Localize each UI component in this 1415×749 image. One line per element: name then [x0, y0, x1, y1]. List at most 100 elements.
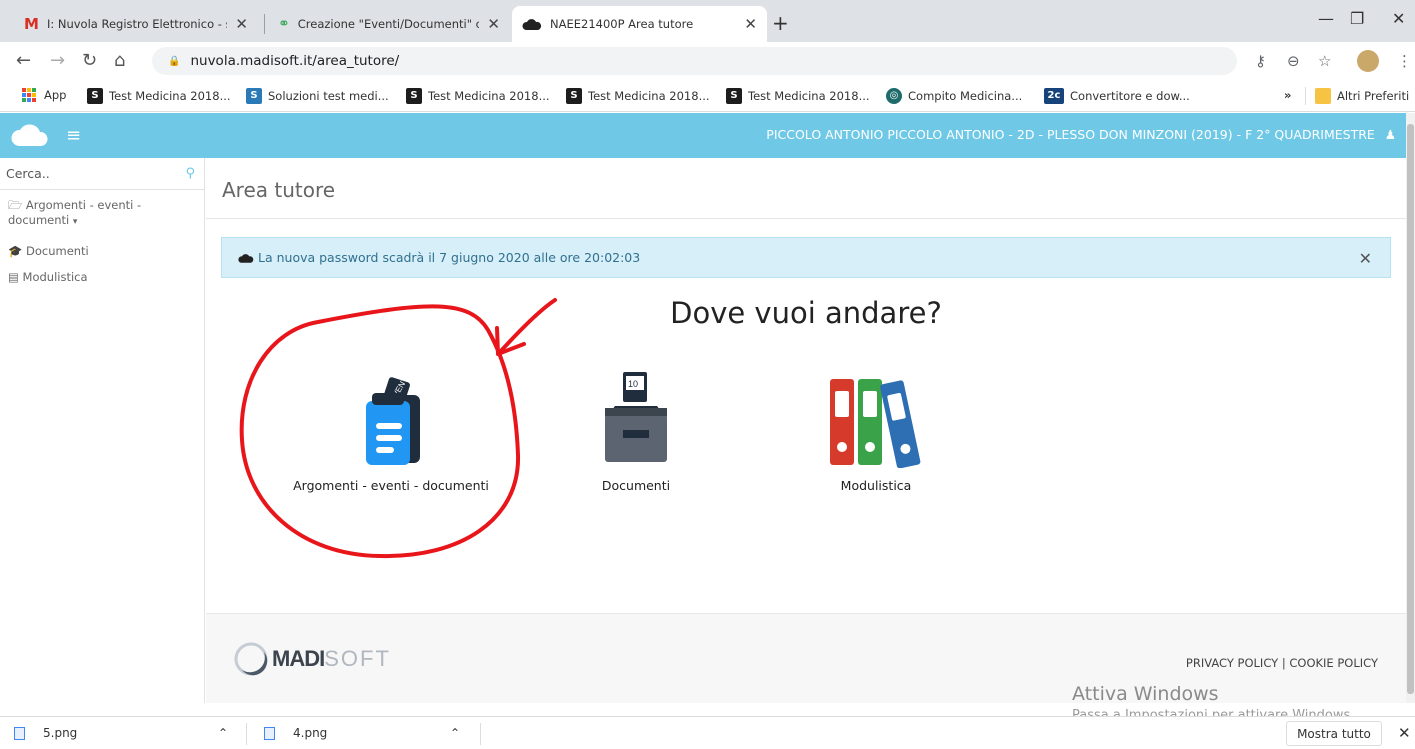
cloud-icon: [238, 253, 254, 263]
nuvola-cloud-logo-icon[interactable]: [10, 118, 50, 151]
chevron-up-icon[interactable]: ⌃: [450, 726, 460, 740]
main-content: Area tutore La nuova password scadrà il …: [206, 158, 1406, 703]
user-icon: ♟: [1384, 127, 1396, 142]
attachment-icon: ⚭: [278, 16, 290, 32]
tab-gmail[interactable]: M I: Nuvola Registro Elettronico - st ✕: [14, 6, 258, 42]
document-event-icon: EVENT: [266, 363, 516, 468]
browser-toolbar: ← → ↻ ⌂ 🔒 nuvola.madisoft.it/area_tutore…: [0, 42, 1415, 80]
cloud-icon: [522, 18, 542, 30]
sidebar-item-modulistica[interactable]: ▤ Modulistica: [8, 270, 88, 285]
app-header: ≡ PICCOLO ANTONIO PICCOLO ANTONIO - 2D -…: [0, 113, 1406, 158]
madisoft-logo-light: SOFT: [324, 646, 391, 671]
bookmark-item[interactable]: S Test Medicina 2018...: [87, 88, 231, 104]
address-bar[interactable]: 🔒 nuvola.madisoft.it/area_tutore/: [152, 47, 1237, 75]
card-label: Argomenti - eventi - documenti: [293, 478, 489, 493]
sidebar-search[interactable]: Cerca.. ⚲: [0, 158, 205, 190]
sidebar-item-argomenti[interactable]: 🗁 Argomenti - eventi - documenti ▾: [8, 198, 178, 230]
bookmark-item[interactable]: S Soluzioni test medi...: [246, 88, 389, 104]
scrollbar-thumb[interactable]: [1407, 124, 1414, 694]
bookmark-other-folder[interactable]: Altri Preferiti: [1315, 88, 1409, 104]
download-item[interactable]: 4.png: [264, 726, 327, 740]
madisoft-logo-icon: [234, 642, 268, 676]
divider: [206, 218, 1406, 219]
folder-icon: [1315, 88, 1331, 104]
site-s-icon: S: [566, 88, 582, 104]
card-label: Modulistica: [840, 478, 912, 493]
profile-avatar[interactable]: [1357, 50, 1379, 72]
chevron-up-icon[interactable]: ⌃: [218, 726, 228, 740]
bookmark-label: Test Medicina 2018...: [428, 89, 550, 103]
sidebar: Cerca.. ⚲ 🗁 Argomenti - eventi - documen…: [0, 158, 205, 703]
home-icon[interactable]: ⌂: [114, 50, 125, 71]
download-separator: [246, 723, 247, 745]
bookmark-item[interactable]: S Test Medicina 2018...: [406, 88, 550, 104]
page-title: Area tutore: [222, 178, 336, 202]
converter-2c-icon: 2c: [1044, 88, 1064, 104]
search-icon[interactable]: ⚲: [185, 166, 195, 181]
binders-icon: [816, 363, 936, 468]
card-documenti[interactable]: 10 Documenti: [576, 363, 696, 493]
new-tab-button[interactable]: +: [772, 11, 789, 35]
bookmark-label: Test Medicina 2018...: [109, 89, 231, 103]
tab-area-tutore[interactable]: NAEE21400P Area tutore ✕: [512, 6, 767, 42]
sidebar-item-documenti[interactable]: 🎓 Documenti: [8, 244, 89, 259]
bookmark-item[interactable]: ◎ Compito Medicina...: [886, 88, 1022, 104]
show-all-downloads-button[interactable]: Mostra tutto: [1286, 721, 1382, 746]
card-modulistica[interactable]: Modulistica: [816, 363, 936, 493]
tab-separator: [264, 14, 265, 34]
window-close-icon[interactable]: ✕: [1392, 9, 1405, 28]
minimize-icon[interactable]: —: [1318, 9, 1334, 28]
section-heading: Dove vuoi andare?: [670, 296, 942, 330]
forward-icon[interactable]: →: [50, 50, 65, 71]
folder-open-icon: 🗁: [8, 198, 23, 212]
bookmark-label: Compito Medicina...: [908, 89, 1023, 103]
search-input[interactable]: Cerca..: [6, 166, 50, 181]
reload-icon[interactable]: ↻: [82, 50, 97, 71]
url-text: nuvola.madisoft.it/area_tutore/: [190, 53, 400, 69]
image-file-icon: [264, 726, 275, 740]
globe-icon: ◎: [886, 88, 902, 104]
close-download-bar-icon[interactable]: ✕: [1398, 724, 1411, 742]
footer-policy-links[interactable]: PRIVACY POLICY | COOKIE POLICY: [1186, 656, 1378, 670]
back-icon[interactable]: ←: [16, 50, 31, 71]
site-s-icon: S: [406, 88, 422, 104]
svg-text:10: 10: [628, 379, 638, 389]
bookmark-item[interactable]: S Test Medicina 2018...: [566, 88, 710, 104]
download-item[interactable]: 5.png: [14, 726, 77, 740]
tab-creazione[interactable]: ⚭ Creazione "Eventi/Documenti" cla ✕: [268, 6, 510, 42]
sidebar-item-label: Modulistica: [22, 270, 88, 284]
caret-down-icon: ▾: [72, 217, 78, 227]
madisoft-logo: MADI SOFT: [234, 642, 391, 676]
bookmarks-bar: App S Test Medicina 2018... S Soluzioni …: [0, 80, 1415, 112]
bookmark-label: Convertitore e dow...: [1070, 89, 1190, 103]
close-alert-icon[interactable]: ✕: [1359, 249, 1372, 268]
bookmark-apps[interactable]: App: [22, 88, 66, 102]
bookmark-overflow-button[interactable]: »: [1284, 88, 1291, 102]
star-icon[interactable]: ☆: [1318, 52, 1331, 70]
key-icon[interactable]: ⚷: [1255, 52, 1266, 70]
bookmark-item[interactable]: S Test Medicina 2018...: [726, 88, 870, 104]
site-s-icon: S: [726, 88, 742, 104]
user-info-text: PICCOLO ANTONIO PICCOLO ANTONIO - 2D - P…: [766, 127, 1375, 142]
close-tab-icon[interactable]: ✕: [487, 15, 500, 33]
tab-label: Creazione "Eventi/Documenti" cla: [297, 17, 480, 31]
bookmark-item[interactable]: 2c Convertitore e dow...: [1044, 88, 1190, 104]
browser-tab-strip: M I: Nuvola Registro Elettronico - st ✕ …: [0, 0, 1415, 42]
close-tab-icon[interactable]: ✕: [235, 15, 248, 33]
menu-dots-icon[interactable]: ⋮: [1397, 52, 1412, 70]
bookmark-separator: [1305, 87, 1306, 105]
image-file-icon: [14, 726, 25, 740]
user-info[interactable]: PICCOLO ANTONIO PICCOLO ANTONIO - 2D - P…: [766, 127, 1396, 142]
page-footer: MADI SOFT PRIVACY POLICY | COOKIE POLICY: [206, 613, 1406, 703]
download-filename: 5.png: [43, 726, 78, 740]
zoom-icon[interactable]: ⊖: [1287, 52, 1300, 70]
hamburger-menu-icon[interactable]: ≡: [66, 125, 81, 146]
tab-label: I: Nuvola Registro Elettronico - st: [46, 17, 228, 31]
document-archive-icon: 10: [576, 363, 696, 468]
restore-icon[interactable]: ❐: [1350, 9, 1364, 28]
bookmark-label: Test Medicina 2018...: [748, 89, 870, 103]
site-s-icon: S: [87, 88, 103, 104]
card-argomenti[interactable]: EVENT Argomenti - eventi - documenti: [266, 363, 516, 493]
graduation-cap-icon: 🎓: [8, 244, 23, 258]
close-tab-icon[interactable]: ✕: [744, 15, 757, 33]
